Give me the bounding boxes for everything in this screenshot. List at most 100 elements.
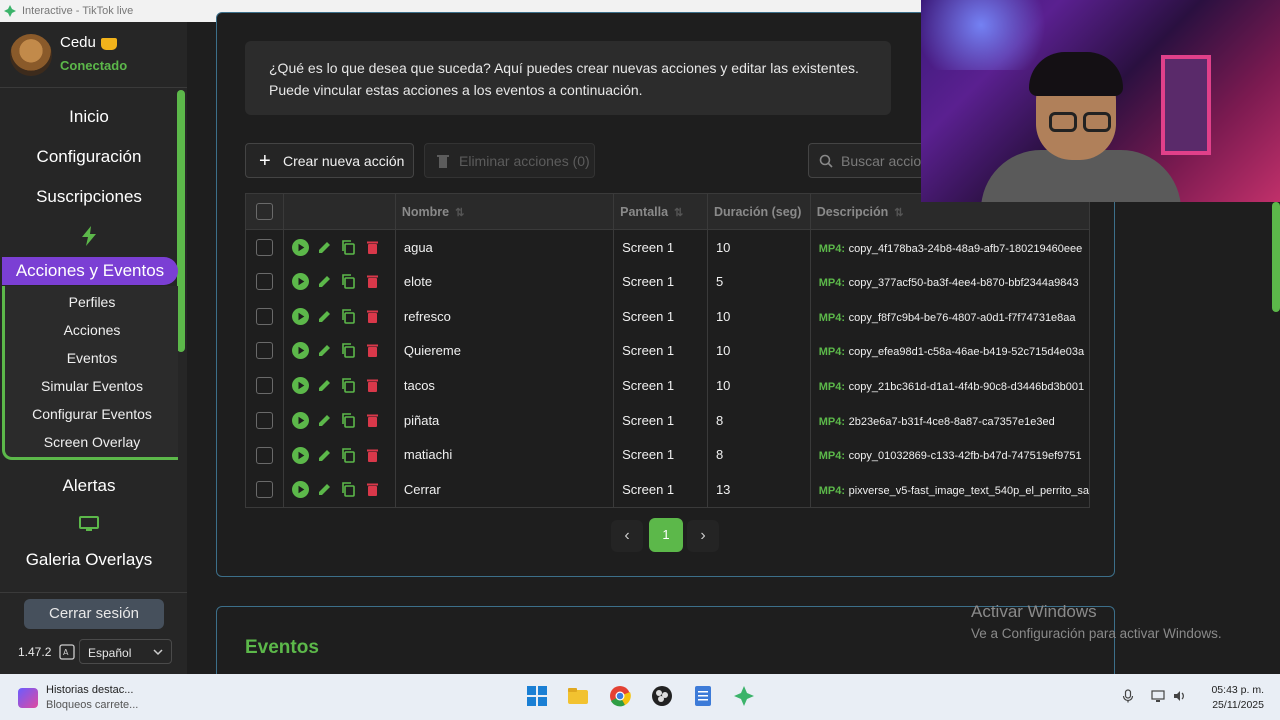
file-explorer-icon[interactable] — [566, 684, 590, 708]
row-checkbox[interactable] — [256, 342, 273, 360]
subnav-item-perfiles[interactable]: Perfiles — [5, 294, 179, 310]
sort-icon[interactable]: ⇅ — [894, 206, 903, 219]
row-checkbox[interactable] — [256, 480, 273, 498]
play-icon[interactable] — [291, 411, 309, 429]
edit-icon[interactable] — [316, 481, 333, 498]
copy-icon[interactable] — [340, 308, 357, 325]
prev-page-button[interactable]: ‹ — [611, 520, 643, 552]
copy-icon[interactable] — [340, 239, 357, 256]
column-nombre[interactable]: Nombre ⇅ — [394, 193, 615, 230]
play-icon[interactable] — [291, 480, 309, 498]
delete-icon[interactable] — [364, 377, 381, 394]
edit-icon[interactable] — [316, 273, 333, 290]
play-icon[interactable] — [291, 377, 309, 395]
row-checkbox[interactable] — [256, 307, 273, 325]
chrome-icon[interactable] — [608, 684, 632, 708]
table-row[interactable]: agua Screen 1 10 MP4: copy_4f178ba3-24b8-48… — [245, 229, 1091, 265]
delete-actions-button[interactable]: Eliminar acciones (0) — [424, 143, 595, 178]
table-row[interactable]: Cerrar Screen 1 13 MP4: pixverse_v5-fast_im… — [245, 472, 1091, 508]
edit-icon[interactable] — [316, 239, 333, 256]
cell-duration: 10 — [706, 298, 811, 334]
current-page[interactable]: 1 — [649, 518, 683, 552]
volume-icon[interactable] — [1172, 689, 1186, 703]
play-icon[interactable] — [291, 446, 309, 464]
delete-icon[interactable] — [364, 308, 381, 325]
row-checkbox[interactable] — [256, 411, 273, 429]
table-row[interactable]: Quiereme Screen 1 10 MP4: copy_efea98d1-c58… — [245, 333, 1091, 369]
copy-icon[interactable] — [340, 447, 357, 464]
cell-screen: Screen 1 — [613, 437, 708, 473]
cell-duration: 10 — [706, 368, 811, 403]
edit-icon[interactable] — [316, 342, 333, 359]
edit-icon[interactable] — [316, 308, 333, 325]
subnav-item-configurar-eventos[interactable]: Configurar Eventos — [5, 406, 179, 422]
next-page-button[interactable]: › — [687, 520, 719, 552]
tiktok-live-app-icon[interactable] — [732, 684, 756, 708]
cell-name: Quiereme — [394, 333, 615, 369]
windows-start-icon[interactable] — [525, 684, 549, 708]
edit-icon[interactable] — [316, 377, 333, 394]
cell-duration: 10 — [706, 229, 811, 265]
play-icon[interactable] — [291, 342, 309, 360]
sidebar-item-configuracion[interactable]: Configuración — [0, 147, 178, 167]
row-checkbox[interactable] — [256, 273, 273, 291]
news-widget[interactable]: Historias destac... Bloqueos carrete... — [14, 682, 174, 714]
play-icon[interactable] — [291, 238, 309, 256]
delete-icon[interactable] — [364, 273, 381, 290]
table-row[interactable]: matiachi Screen 1 8 MP4: copy_01032869-c133… — [245, 437, 1091, 473]
play-icon[interactable] — [291, 307, 309, 325]
subnav-item-acciones[interactable]: Acciones — [5, 322, 179, 338]
sidebar-item-galeria-overlays[interactable]: Galeria Overlays — [0, 550, 178, 570]
subnav-item-eventos[interactable]: Eventos — [5, 350, 179, 366]
row-checkbox[interactable] — [256, 238, 273, 256]
network-icon[interactable] — [1151, 689, 1165, 703]
row-checkbox[interactable] — [256, 377, 273, 395]
column-duracion[interactable]: Duración (seg) — [706, 193, 811, 230]
chevron-down-icon — [153, 649, 163, 656]
sidebar-item-acciones-eventos[interactable]: Acciones y Eventos — [2, 257, 178, 285]
sort-icon[interactable]: ⇅ — [674, 206, 683, 219]
delete-icon[interactable] — [364, 342, 381, 359]
play-icon[interactable] — [291, 273, 309, 291]
copy-icon[interactable] — [340, 412, 357, 429]
delete-icon[interactable] — [364, 481, 381, 498]
system-clock[interactable]: 05:43 p. m. 25/11/2025 — [1200, 683, 1264, 713]
cell-screen: Screen 1 — [613, 402, 708, 438]
sidebar-item-inicio[interactable]: Inicio — [0, 107, 178, 127]
subnav-item-simular-eventos[interactable]: Simular Eventos — [5, 378, 179, 394]
copy-icon[interactable] — [340, 273, 357, 290]
obs-icon[interactable] — [650, 684, 674, 708]
sidebar-item-alertas[interactable]: Alertas — [0, 476, 178, 496]
delete-icon[interactable] — [364, 447, 381, 464]
table-row[interactable]: tacos Screen 1 10 MP4: copy_21bc361d-d1a1-4… — [245, 368, 1091, 403]
table-row[interactable]: refresco Screen 1 10 MP4: copy_f8f7c9b4-be7… — [245, 298, 1091, 334]
cell-name: Cerrar — [394, 472, 615, 508]
copy-icon[interactable] — [340, 342, 357, 359]
edit-icon[interactable] — [316, 412, 333, 429]
translate-icon: A — [59, 644, 75, 660]
sidebar-item-suscripciones[interactable]: Suscripciones — [0, 187, 178, 207]
table-row[interactable]: piñata Screen 1 8 MP4: 2b23e6a7-b31f-4ce8-8… — [245, 402, 1091, 438]
copy-icon[interactable] — [340, 377, 357, 394]
select-all-checkbox[interactable] — [256, 203, 273, 220]
media-type: MP4: — [818, 311, 845, 324]
create-action-button[interactable]: + Crear nueva acción — [245, 143, 414, 178]
notepad-icon[interactable] — [691, 684, 715, 708]
search-input[interactable]: Buscar accion — [808, 143, 928, 178]
copy-icon[interactable] — [340, 481, 357, 498]
sort-icon[interactable]: ⇅ — [455, 206, 464, 219]
delete-icon[interactable] — [364, 239, 381, 256]
media-type: MP4: — [818, 277, 845, 290]
subnav-item-screen-overlay[interactable]: Screen Overlay — [5, 434, 179, 450]
sidebar-scrollbar[interactable] — [177, 90, 185, 352]
main-scrollbar[interactable] — [1272, 202, 1280, 312]
column-pantalla[interactable]: Pantalla ⇅ — [613, 193, 708, 230]
delete-icon[interactable] — [364, 412, 381, 429]
description-text: copy_21bc361d-d1a1-4f4b-90c8-d3446bd3b00… — [848, 381, 1085, 394]
logout-button[interactable]: Cerrar sesión — [24, 599, 164, 629]
row-checkbox[interactable] — [256, 446, 273, 464]
edit-icon[interactable] — [316, 447, 333, 464]
table-row[interactable]: elote Screen 1 5 MP4: copy_377acf50-ba3f-4e… — [245, 264, 1091, 299]
microphone-icon[interactable] — [1121, 689, 1135, 703]
language-select[interactable]: Español — [79, 639, 172, 664]
